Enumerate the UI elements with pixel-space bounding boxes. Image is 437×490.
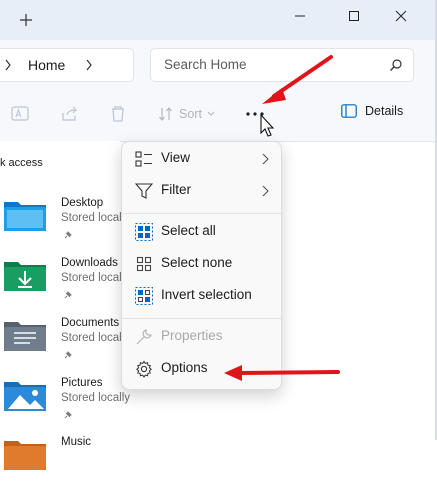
breadcrumb-home[interactable]: Home — [28, 57, 65, 73]
title-bar — [0, 0, 437, 40]
desktop-folder-icon — [4, 202, 46, 231]
menu-item-label: Properties — [161, 328, 223, 343]
menu-item-options[interactable]: Options — [126, 354, 277, 384]
pin-icon — [64, 411, 72, 419]
filter-icon — [135, 183, 153, 199]
chevron-down-icon — [207, 111, 215, 116]
rename-icon[interactable] — [11, 105, 29, 128]
select-all-icon — [135, 223, 153, 241]
music-folder-icon — [4, 441, 46, 470]
properties-icon — [136, 329, 152, 345]
nav-item-downloads[interactable]: Downloads Stored locall — [0, 251, 124, 311]
nav-item-status: Stored locall — [61, 332, 125, 344]
nav-item-status: Stored locall — [61, 272, 125, 284]
menu-item-label: Invert selection — [161, 287, 252, 302]
more-icon — [246, 112, 264, 116]
breadcrumb[interactable]: Home — [0, 48, 134, 82]
details-pane-icon — [341, 104, 357, 118]
menu-item-label: Select all — [161, 223, 216, 238]
nav-item-label: Documents — [61, 317, 120, 329]
nav-item-label: Music — [61, 436, 92, 448]
minimize-icon[interactable] — [277, 0, 323, 32]
chevron-right-icon — [262, 185, 269, 197]
nav-item-status: Stored locally — [61, 392, 131, 404]
menu-item-properties[interactable]: Properties — [126, 322, 277, 352]
nav-item-documents[interactable]: Documents Stored locall — [0, 311, 124, 371]
menu-item-label: Select none — [161, 255, 233, 270]
address-row: Home Search Home — [0, 40, 437, 87]
close-icon[interactable] — [378, 0, 424, 32]
nav-item-status: Stored locall — [61, 212, 125, 224]
pin-icon — [64, 231, 72, 239]
plus-icon[interactable] — [16, 10, 36, 30]
menu-separator — [122, 213, 281, 214]
nav-item-music[interactable]: Music — [0, 430, 120, 490]
search-icon[interactable] — [389, 58, 403, 77]
select-none-icon — [136, 256, 152, 272]
maximize-icon[interactable] — [331, 0, 377, 32]
documents-folder-icon — [4, 322, 46, 351]
command-bar: Sort Details — [0, 87, 437, 142]
nav-item-label: Downloads — [61, 257, 118, 269]
menu-item-label: Filter — [161, 182, 191, 197]
nav-item-pictures[interactable]: Pictures Stored locally — [0, 371, 130, 431]
delete-icon[interactable] — [109, 105, 127, 128]
share-icon[interactable] — [61, 105, 79, 128]
pictures-folder-icon — [4, 382, 46, 411]
menu-separator — [122, 318, 281, 319]
menu-item-view[interactable]: View — [126, 144, 277, 174]
chevron-right-icon[interactable] — [85, 58, 93, 77]
details-button[interactable]: Details — [341, 104, 403, 118]
nav-item-desktop[interactable]: Desktop Stored locall — [0, 191, 124, 251]
nav-item-label: Pictures — [61, 377, 103, 389]
see-more-button[interactable] — [238, 99, 272, 129]
menu-item-filter[interactable]: Filter — [126, 176, 277, 206]
search-placeholder: Search Home — [164, 57, 247, 72]
pin-icon — [64, 291, 72, 299]
menu-item-label: Options — [161, 360, 208, 375]
invert-selection-icon — [135, 287, 153, 305]
sort-button[interactable]: Sort — [158, 103, 215, 125]
chevron-right-icon — [262, 153, 269, 165]
details-label: Details — [365, 104, 404, 118]
chevron-right-icon[interactable] — [4, 58, 12, 77]
sort-icon — [159, 107, 172, 121]
menu-item-select-none[interactable]: Select none — [126, 249, 277, 279]
menu-item-select-all[interactable]: Select all — [126, 217, 277, 247]
menu-item-invert-selection[interactable]: Invert selection — [126, 281, 277, 311]
navigation-pane: k access Desktop Stored locall Downloads… — [0, 141, 130, 470]
menu-item-label: View — [161, 150, 191, 165]
nav-item-label: Desktop — [61, 197, 104, 209]
pin-icon — [64, 351, 72, 359]
search-input[interactable]: Search Home — [150, 48, 414, 82]
sort-label: Sort — [179, 107, 202, 121]
more-options-menu: View Filter Select all Select none Inver… — [121, 141, 282, 390]
quick-access-header[interactable]: k access — [0, 157, 43, 169]
downloads-folder-icon — [4, 262, 46, 291]
view-icon — [135, 151, 152, 167]
gear-icon — [136, 360, 152, 378]
